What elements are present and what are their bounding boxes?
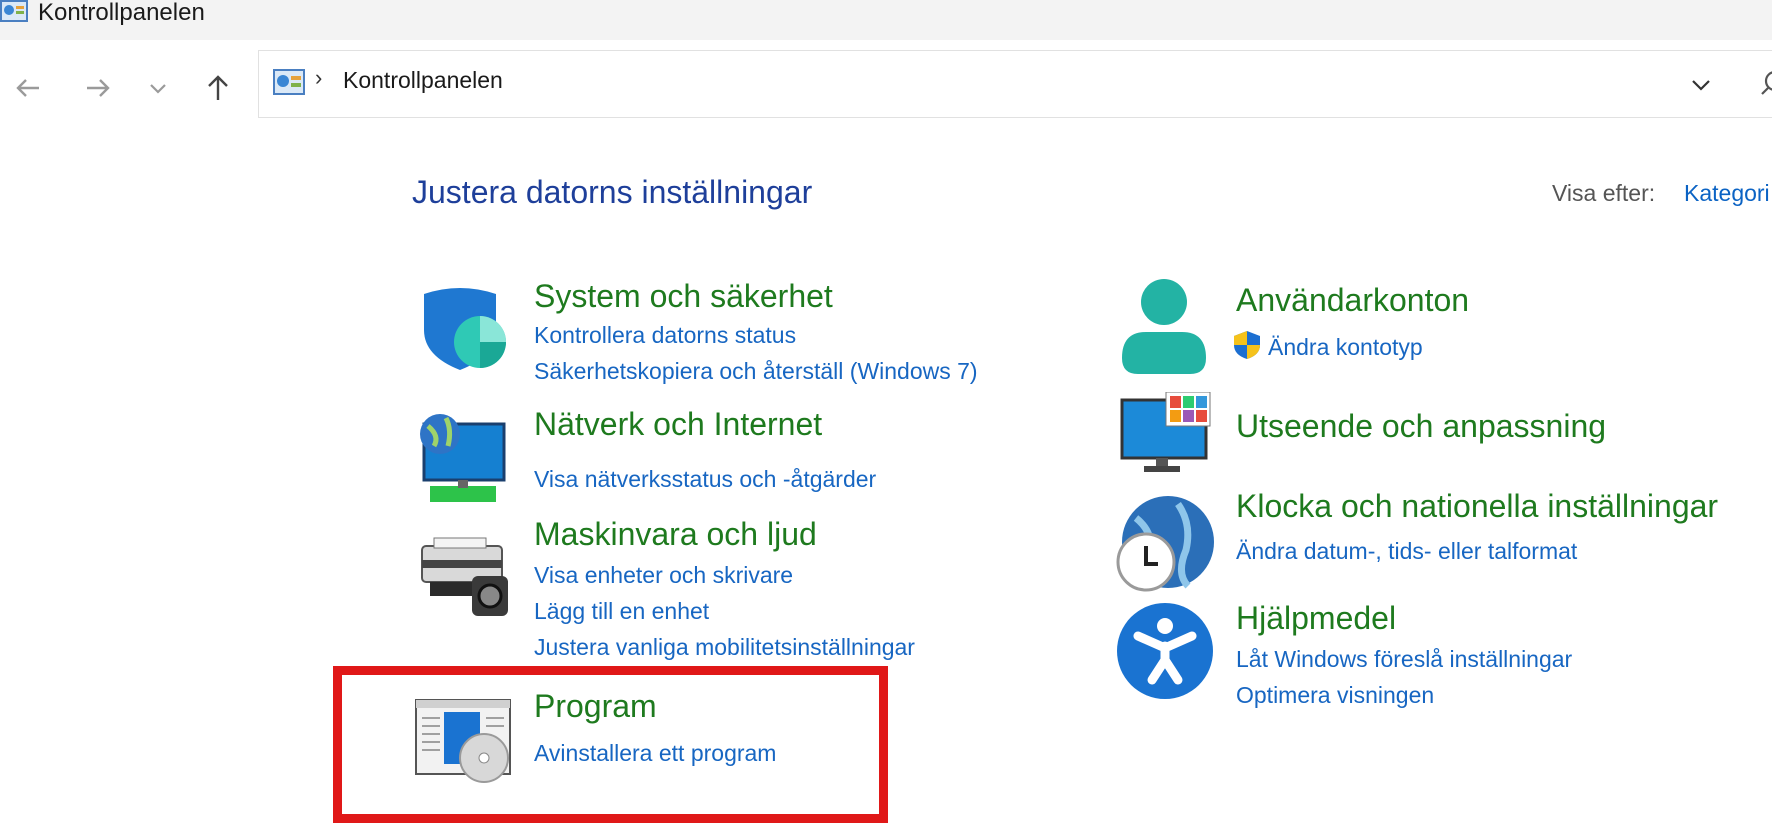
printer-camera-icon	[420, 536, 512, 623]
network-monitor-icon	[418, 412, 508, 509]
category-title-network-internet[interactable]: Nätverk och Internet	[534, 406, 822, 443]
chevron-down-icon[interactable]	[1687, 71, 1715, 99]
category-title-user-accounts[interactable]: Användarkonton	[1236, 282, 1469, 319]
highlight-box	[333, 666, 888, 823]
category-title-accessibility[interactable]: Hjälpmedel	[1236, 600, 1396, 637]
category-title-clock-region[interactable]: Klocka och nationella inställningar	[1236, 488, 1718, 525]
link-mobility-settings[interactable]: Justera vanliga mobilitetsinställningar	[534, 634, 915, 661]
back-arrow-icon[interactable]	[10, 70, 46, 106]
link-add-device[interactable]: Lägg till en enhet	[534, 598, 709, 625]
forward-arrow-icon[interactable]	[80, 70, 116, 106]
shield-icon	[420, 282, 506, 377]
title-bar: Kontrollpanelen	[0, 0, 1772, 40]
accessibility-icon	[1116, 602, 1214, 705]
link-network-status[interactable]: Visa nätverksstatus och -åtgärder	[534, 466, 876, 493]
breadcrumb-separator: ›	[315, 65, 323, 90]
user-icon	[1120, 278, 1208, 381]
appearance-monitor-icon	[1120, 391, 1212, 479]
view-by-dropdown[interactable]: Kategori	[1684, 180, 1770, 207]
category-title-hardware-sound[interactable]: Maskinvara och ljud	[534, 516, 817, 553]
category-title-system-security[interactable]: System och säkerhet	[534, 278, 833, 315]
address-bar[interactable]: › Kontrollpanelen	[258, 50, 1772, 118]
view-by-label: Visa efter:	[1552, 180, 1656, 206]
link-suggest-settings[interactable]: Låt Windows föreslå inställningar	[1236, 646, 1572, 673]
search-icon[interactable]	[1759, 69, 1772, 99]
window-title: Kontrollpanelen	[38, 0, 205, 26]
page-title: Justera datorns inställningar	[412, 174, 813, 210]
up-arrow-icon[interactable]	[200, 70, 236, 106]
link-date-time-format[interactable]: Ändra datum-, tids- eller talformat	[1236, 538, 1577, 565]
control-panel-icon	[0, 0, 28, 24]
recent-dropdown-icon[interactable]	[140, 70, 176, 106]
category-title-appearance[interactable]: Utseende och anpassning	[1236, 408, 1606, 445]
link-change-account-type[interactable]: Ändra kontotyp	[1268, 334, 1423, 361]
link-backup-restore[interactable]: Säkerhetskopiera och återställ (Windows …	[534, 358, 978, 385]
control-panel-icon	[273, 69, 305, 97]
clock-globe-icon	[1116, 494, 1214, 597]
link-check-status[interactable]: Kontrollera datorns status	[534, 322, 796, 349]
breadcrumb-control-panel[interactable]: Kontrollpanelen	[343, 67, 503, 94]
link-devices-printers[interactable]: Visa enheter och skrivare	[534, 562, 793, 589]
uac-shield-icon	[1232, 330, 1262, 365]
link-optimize-display[interactable]: Optimera visningen	[1236, 682, 1434, 709]
